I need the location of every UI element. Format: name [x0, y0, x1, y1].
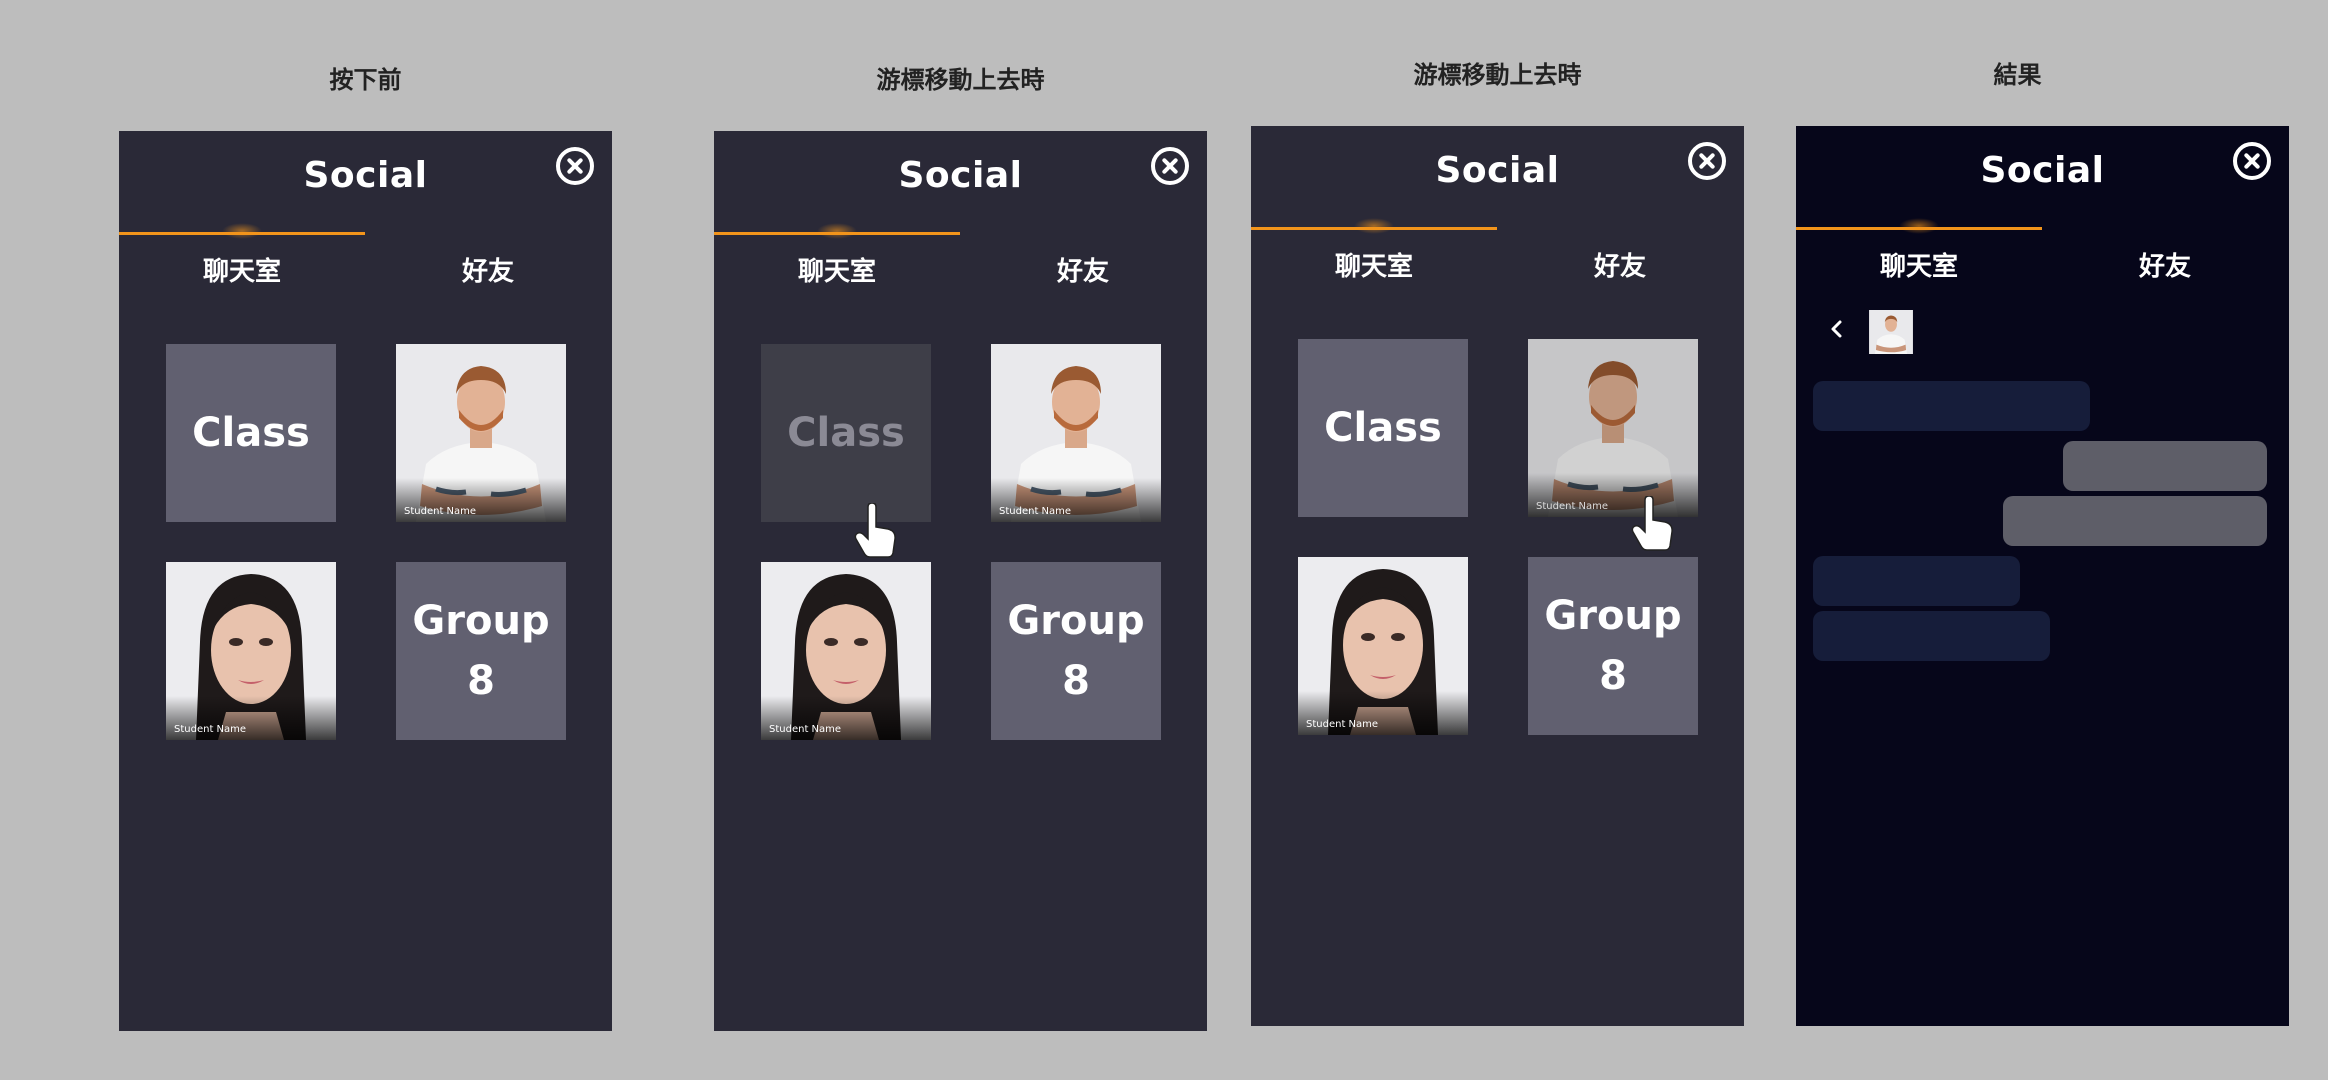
caption-hover-student: 游標移動上去時 — [1413, 61, 1582, 89]
student-tile-male[interactable]: Student Name — [991, 344, 1161, 522]
active-tab-indicator — [119, 232, 365, 235]
social-panel-result-chat: Social 聊天室 好友 — [1796, 126, 2289, 1026]
group-label: Group — [412, 598, 550, 644]
student-name: Student Name — [769, 724, 842, 735]
student-tile-male[interactable]: Student Name — [396, 344, 566, 522]
class-tile[interactable]: Class — [1298, 339, 1468, 517]
student-tile-female[interactable]: Student Name — [166, 562, 336, 740]
panel-title: Social — [898, 155, 1023, 196]
tab-friends[interactable]: 好友 — [2042, 246, 2288, 283]
active-tab-indicator — [1251, 227, 1497, 230]
chat-bubble-incoming — [1813, 556, 2020, 606]
group-tile[interactable]: Group 8 — [1528, 557, 1698, 735]
student-name: Student Name — [999, 506, 1072, 517]
group-number: 8 — [1062, 658, 1090, 704]
class-tile[interactable]: Class — [166, 344, 336, 522]
tab-glow — [222, 223, 262, 239]
class-tile-label: Class — [192, 410, 310, 456]
tab-friends[interactable]: 好友 — [1497, 246, 1743, 283]
caption-result: 結果 — [1993, 61, 2042, 89]
group-label: Group — [1007, 598, 1145, 644]
tab-friends[interactable]: 好友 — [960, 251, 1206, 288]
chevron-left-icon[interactable] — [1826, 318, 1848, 340]
avatar-photo — [1869, 310, 1913, 354]
close-icon[interactable] — [2233, 142, 2271, 180]
group-number: 8 — [467, 658, 495, 704]
student-tile-female[interactable]: Student Name — [1298, 557, 1468, 735]
hand-pointer-icon — [854, 503, 896, 558]
close-icon[interactable] — [556, 147, 594, 185]
group-tile-label: Group 8 — [1007, 591, 1144, 711]
caption-before-press: 按下前 — [329, 66, 402, 94]
panel-title: Social — [303, 155, 428, 196]
tab-friends[interactable]: 好友 — [365, 251, 611, 288]
chat-contact-avatar — [1869, 310, 1913, 354]
student-name: Student Name — [1306, 719, 1379, 730]
social-panel-hover-student: Social 聊天室 好友 Class Student Name Student… — [1251, 126, 1744, 1026]
close-icon[interactable] — [1151, 147, 1189, 185]
active-tab-indicator — [1796, 227, 2042, 230]
class-tile-label: Class — [787, 410, 905, 456]
group-tile[interactable]: Group 8 — [396, 562, 566, 740]
class-tile-label: Class — [1324, 405, 1442, 451]
group-number: 8 — [1599, 653, 1627, 699]
tab-glow — [817, 223, 857, 239]
group-tile-label: Group 8 — [412, 591, 549, 711]
hand-pointer-icon — [1631, 496, 1673, 551]
student-tile-male-hovered[interactable]: Student Name — [1528, 339, 1698, 517]
student-name: Student Name — [404, 506, 477, 517]
group-label: Group — [1544, 593, 1682, 639]
social-panel-hover-class: Social 聊天室 好友 Class Student Name Student… — [714, 131, 1207, 1031]
close-icon[interactable] — [1688, 142, 1726, 180]
student-name: Student Name — [1536, 501, 1609, 512]
chat-bubble-incoming — [1813, 611, 2050, 661]
tab-chatroom[interactable]: 聊天室 — [714, 251, 960, 288]
chat-bubble-incoming — [1813, 381, 2090, 431]
caption-hover-class: 游標移動上去時 — [876, 66, 1045, 94]
class-tile-hovered[interactable]: Class — [761, 344, 931, 522]
tab-chatroom[interactable]: 聊天室 — [1251, 246, 1497, 283]
tab-chatroom[interactable]: 聊天室 — [119, 251, 365, 288]
group-tile-label: Group 8 — [1544, 586, 1681, 706]
panel-title: Social — [1435, 150, 1560, 191]
tab-glow — [1899, 218, 1939, 234]
chat-bubble-outgoing — [2003, 496, 2267, 546]
chat-bubble-outgoing — [2063, 441, 2267, 491]
group-tile[interactable]: Group 8 — [991, 562, 1161, 740]
tab-glow — [1354, 218, 1394, 234]
student-name: Student Name — [174, 724, 247, 735]
student-photo-male — [1528, 339, 1698, 517]
student-tile-female[interactable]: Student Name — [761, 562, 931, 740]
panel-title: Social — [1980, 150, 2105, 191]
tab-chatroom[interactable]: 聊天室 — [1796, 246, 2042, 283]
social-panel-before: Social 聊天室 好友 Class Student Name Student… — [119, 131, 612, 1031]
active-tab-indicator — [714, 232, 960, 235]
